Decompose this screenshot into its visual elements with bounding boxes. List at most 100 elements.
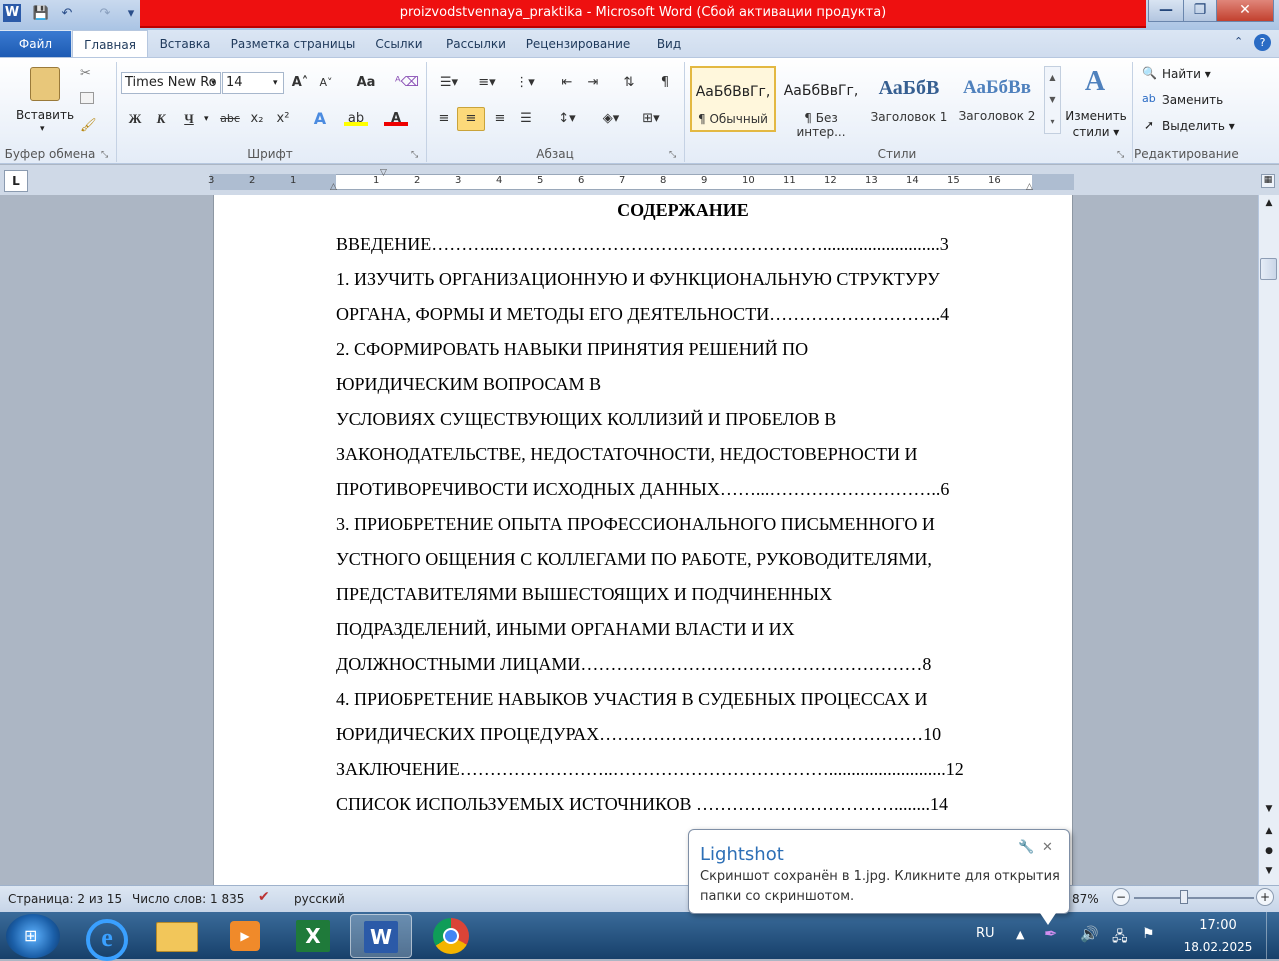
maximize-button[interactable]: ❐ xyxy=(1183,0,1217,22)
ribbon-collapse-icon[interactable]: ⌃ xyxy=(1234,35,1248,49)
align-center-icon[interactable]: ≡ xyxy=(457,107,485,131)
network-icon[interactable]: 🖧 xyxy=(1112,926,1128,950)
browse-object-icon[interactable]: ● xyxy=(1262,846,1276,856)
change-styles-icon[interactable]: A xyxy=(1080,66,1110,98)
vertical-scrollbar[interactable] xyxy=(1258,195,1279,885)
word-count[interactable]: Число слов: 1 835 xyxy=(132,892,244,906)
bold-button[interactable]: Ж xyxy=(124,108,146,130)
media-player-icon[interactable]: ▶ xyxy=(214,914,276,958)
copy-icon[interactable] xyxy=(80,92,94,104)
shading-icon[interactable]: ◈▾ xyxy=(596,108,626,130)
minimize-button[interactable]: — xyxy=(1148,0,1184,22)
tray-expand-icon[interactable]: ▲ xyxy=(1016,928,1024,941)
popup-close-button[interactable]: ✕ xyxy=(1042,840,1053,855)
scroll-up-icon[interactable]: ▲ xyxy=(1262,198,1276,208)
popup-settings-icon[interactable]: 🔧 xyxy=(1018,840,1034,855)
italic-button[interactable]: К xyxy=(150,108,172,130)
prev-page-icon[interactable]: ▲ xyxy=(1262,826,1276,836)
clipboard-launcher-icon[interactable]: ⤡ xyxy=(101,150,111,160)
word-app-icon[interactable]: W xyxy=(3,4,21,22)
tab-references[interactable]: Ссылки xyxy=(368,32,430,57)
find-button[interactable]: Найти ▾ xyxy=(1162,67,1211,81)
cut-icon[interactable]: ✂ xyxy=(80,66,94,81)
help-icon[interactable]: ? xyxy=(1254,34,1271,51)
increase-indent-icon[interactable]: ⇥ xyxy=(582,72,604,94)
tab-insert[interactable]: Вставка xyxy=(152,32,218,57)
line-spacing-icon[interactable]: ↕▾ xyxy=(552,108,582,130)
save-icon[interactable]: 💾 xyxy=(32,5,50,23)
numbering-icon[interactable]: ≡▾ xyxy=(472,72,502,94)
multilevel-list-icon[interactable]: ⋮▾ xyxy=(510,72,540,94)
indent-marker-icon[interactable]: ▽ xyxy=(380,168,390,178)
paragraph-launcher-icon[interactable]: ⤡ xyxy=(669,150,679,160)
paste-dropdown-icon[interactable]: ▾ xyxy=(40,124,50,134)
left-indent-icon[interactable]: △ xyxy=(330,182,340,192)
align-right-icon[interactable]: ≡ xyxy=(488,108,512,130)
redo-icon[interactable]: ↷ xyxy=(96,5,114,23)
scroll-down-icon[interactable]: ▼ xyxy=(1262,804,1276,814)
style-heading-2[interactable]: АаБбВв Заголовок 2 xyxy=(954,66,1040,132)
style-heading-1[interactable]: АаБбВ Заголовок 1 xyxy=(866,66,952,132)
style-normal[interactable]: АаБбВвГг, ¶ Обычный xyxy=(690,66,776,132)
document-page[interactable] xyxy=(213,195,1073,885)
font-name-box[interactable]: Times New Ro xyxy=(121,72,221,94)
chrome-icon[interactable] xyxy=(420,914,482,958)
word-taskbar-icon[interactable]: W xyxy=(350,914,412,958)
tab-selector-button[interactable]: L xyxy=(4,170,28,192)
paste-button[interactable]: Вставить xyxy=(14,108,76,122)
clear-formatting-icon[interactable]: ᴬ⌫ xyxy=(395,72,419,94)
volume-icon[interactable]: 🔊 xyxy=(1080,925,1099,943)
right-indent-icon[interactable]: △ xyxy=(1026,182,1036,192)
tab-file[interactable]: Файл xyxy=(0,31,71,57)
highlight-icon[interactable]: ab xyxy=(344,108,368,126)
font-launcher-icon[interactable]: ⤡ xyxy=(411,150,421,160)
text-effects-icon[interactable]: A xyxy=(308,108,332,130)
borders-icon[interactable]: ⊞▾ xyxy=(636,108,666,130)
page-count[interactable]: Страница: 2 из 15 xyxy=(8,892,122,906)
change-styles-button[interactable]: Изменить стили ▾ xyxy=(1064,108,1128,140)
strikethrough-button[interactable]: abc xyxy=(218,108,242,130)
underline-button[interactable]: Ч xyxy=(178,108,200,130)
paste-icon[interactable] xyxy=(30,67,60,101)
zoom-in-button[interactable]: + xyxy=(1256,888,1274,906)
replace-button[interactable]: Заменить xyxy=(1162,93,1223,107)
bullets-icon[interactable]: ☰▾ xyxy=(434,72,464,94)
tab-home[interactable]: Главная xyxy=(72,30,148,58)
select-button[interactable]: Выделить ▾ xyxy=(1162,119,1235,133)
tab-page-layout[interactable]: Разметка страницы xyxy=(226,32,360,57)
style-no-spacing[interactable]: АаБбВвГг, ¶ Без интер... xyxy=(778,66,864,139)
input-language[interactable]: RU xyxy=(976,926,995,941)
underline-dropdown-icon[interactable]: ▾ xyxy=(204,114,209,124)
grow-font-button[interactable]: A˄ xyxy=(288,72,312,94)
font-size-dropdown-icon[interactable]: ▾ xyxy=(273,78,278,88)
ruler-toggle-icon[interactable]: ▦ xyxy=(1261,174,1275,188)
next-page-icon[interactable]: ▼ xyxy=(1262,866,1276,876)
sort-icon[interactable]: ⇅ xyxy=(618,72,640,94)
clock-date[interactable]: 18.02.2025 xyxy=(1180,940,1256,954)
font-name-dropdown-icon[interactable]: ▾ xyxy=(211,78,216,88)
internet-explorer-icon[interactable]: e xyxy=(76,914,138,961)
proofing-icon[interactable]: ✔ xyxy=(258,889,270,905)
scroll-thumb[interactable] xyxy=(1260,258,1277,280)
undo-icon[interactable]: ↶ xyxy=(58,5,76,23)
tab-view[interactable]: Вид xyxy=(646,32,692,57)
zoom-slider-track[interactable] xyxy=(1134,897,1254,899)
language-label[interactable]: русский xyxy=(294,892,345,906)
file-explorer-icon[interactable] xyxy=(146,914,208,958)
styles-scroll[interactable]: ▲ ▼ ▾ xyxy=(1044,66,1061,134)
subscript-button[interactable]: x₂ xyxy=(246,108,268,130)
show-formatting-button[interactable]: ¶ xyxy=(654,72,676,94)
format-painter-icon[interactable]: 🖌 xyxy=(80,118,97,133)
close-button[interactable]: ✕ xyxy=(1216,0,1274,22)
action-center-icon[interactable]: ⚑ xyxy=(1142,926,1155,942)
styles-launcher-icon[interactable]: ⤡ xyxy=(1117,150,1127,160)
excel-icon[interactable]: X xyxy=(282,914,344,958)
show-desktop-button[interactable] xyxy=(1266,912,1279,959)
align-left-icon[interactable]: ≡ xyxy=(432,108,456,130)
decrease-indent-icon[interactable]: ⇤ xyxy=(556,72,578,94)
customize-toolbar-icon[interactable]: ▾ xyxy=(122,5,140,23)
font-color-icon[interactable]: A xyxy=(384,108,408,126)
superscript-button[interactable]: x² xyxy=(272,108,294,130)
zoom-level[interactable]: 87% xyxy=(1072,892,1099,906)
clock-time[interactable]: 17:00 xyxy=(1180,918,1256,933)
